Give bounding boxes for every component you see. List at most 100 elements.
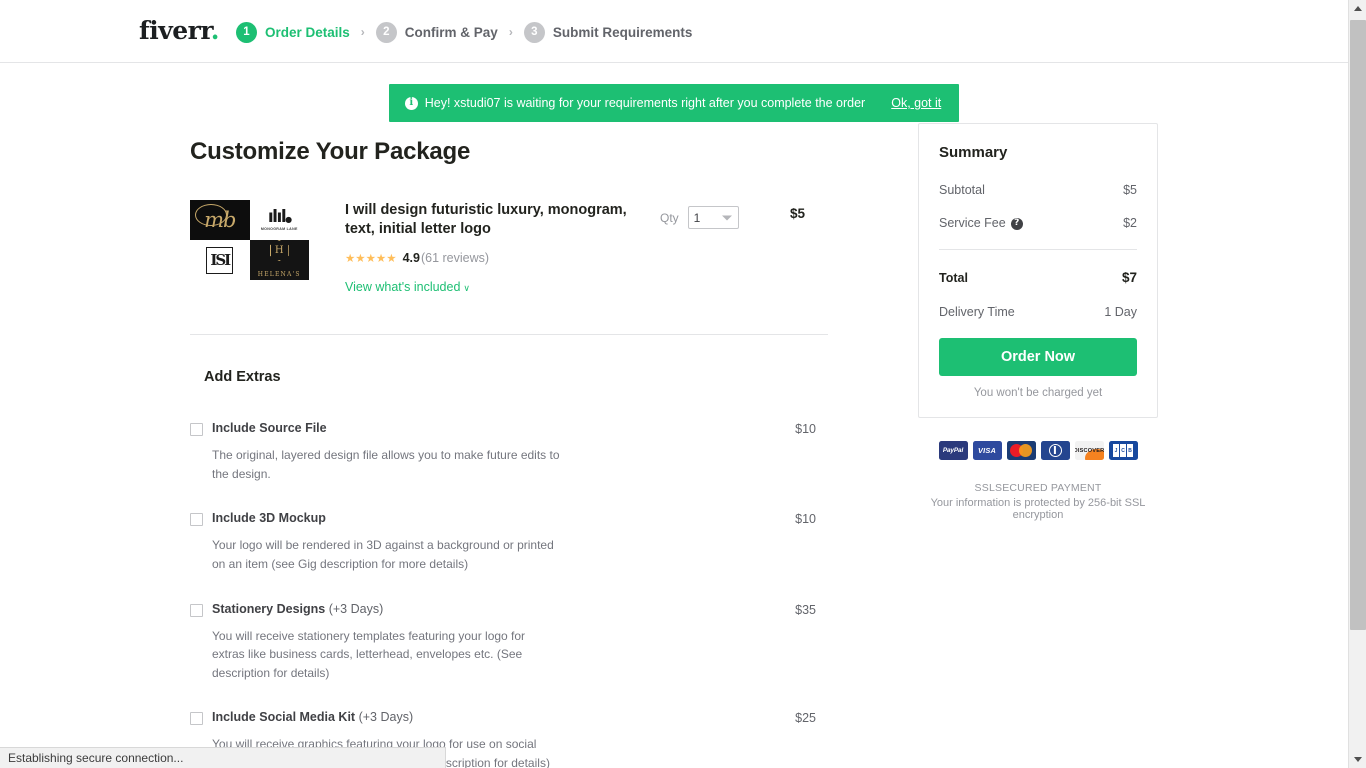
extra-item-stationery-designs: Stationery Designs (+3 Days) $35 You wil… [190, 602, 830, 683]
extras-list: Include Source File $10 The original, la… [190, 421, 830, 768]
thumb-mark-1: mb [194, 204, 236, 232]
service-fee-label-group: Service Fee? [939, 216, 1023, 230]
banner-message: Hey! xstudi07 is waiting for your requir… [424, 96, 866, 110]
ssl-title: SSLSECURED PAYMENT [974, 482, 1102, 494]
step-separator-2: › [508, 25, 513, 39]
subtotal-value: $5 [1123, 183, 1137, 197]
bee-icon: ılıl● [267, 206, 292, 227]
scroll-up-button[interactable] [1349, 0, 1366, 17]
rating-value: 4.9 [402, 251, 420, 266]
page-scrollbar[interactable] [1348, 0, 1366, 768]
step-confirm-pay[interactable]: 2 Confirm & Pay [375, 21, 498, 43]
quantity-select[interactable]: 1 [687, 206, 739, 229]
quantity-value: 1 [693, 210, 701, 225]
extra-checkbox-stationery-designs[interactable] [190, 603, 203, 617]
paypal-logo: PayPal [938, 441, 968, 460]
total-value: $7 [1121, 270, 1137, 285]
extra-item-3d-mockup: Include 3D Mockup $10 Your logo will be … [190, 511, 830, 573]
charge-note: You won't be charged yet [973, 387, 1103, 399]
summary-row-service-fee: Service Fee? $2 [939, 216, 1137, 230]
fiverr-logo[interactable]: fiverr. [139, 18, 219, 43]
hexagon-icon: H [269, 240, 289, 261]
order-now-button[interactable]: Order Now [939, 338, 1137, 376]
extra-name-source-file: Include Source File [212, 421, 327, 436]
step-order-details[interactable]: 1 Order Details [236, 21, 350, 43]
paypal-label: PayPal [942, 447, 964, 454]
extra-description-3d-mockup: Your logo will be rendered in 3D against… [212, 538, 554, 572]
view-whats-included-link[interactable]: View what's included ∨ [345, 280, 470, 294]
chevron-down-icon [1353, 757, 1362, 762]
ssl-info: SSLSECURED PAYMENT Your information is p… [918, 482, 1158, 521]
checkout-steps: 1 Order Details › 2 Confirm & Pay › 3 Su… [236, 20, 692, 44]
step-separator-1: › [360, 25, 365, 39]
extra-price-3d-mockup: $10 [795, 512, 816, 527]
logo-text: fiverr [139, 16, 211, 45]
summary-row-total: Total $7 [939, 270, 1137, 285]
banner-dismiss-link[interactable]: Ok, got it [891, 96, 941, 110]
gig-rating: ★★★★★ 4.9 (61 reviews) [345, 251, 635, 265]
service-fee-label: Service Fee [939, 216, 1006, 230]
scrollbar-thumb[interactable] [1350, 20, 1366, 630]
payment-methods: PayPal VISA DISCOVER JCB [918, 441, 1158, 460]
extra-checkbox-3d-mockup[interactable] [190, 513, 203, 527]
page-title: Customize Your Package [190, 138, 471, 165]
thumb-mark-3: ISI [206, 246, 234, 274]
chevron-down-icon: ∨ [463, 283, 471, 294]
extra-description-source-file: The original, layered design file allows… [212, 448, 560, 481]
view-whats-included-label: View what's included [345, 280, 461, 295]
summary-row-subtotal: Subtotal $5 [939, 183, 1137, 197]
extra-label: Include Social Media Kit [212, 710, 356, 725]
chevron-down-icon [721, 215, 732, 220]
extra-days: (+3 Days) [328, 601, 384, 616]
square-monogram-logo: ISI [190, 240, 250, 280]
visa-label: VISA [977, 446, 997, 455]
chevron-up-icon [1353, 6, 1362, 11]
summary-divider [939, 249, 1137, 250]
quantity-label: Qty [660, 210, 679, 225]
extra-checkbox-social-media-kit[interactable] [190, 712, 203, 726]
diners-ring-icon [1048, 444, 1062, 457]
step-1-number: 1 [236, 21, 257, 43]
main-column: Customize Your Package mb ılıl● MONOGRAM… [190, 138, 830, 768]
extra-label: Include Source File [212, 421, 327, 436]
notification-banner-wrapper: i Hey! xstudi07 is waiting for your requ… [0, 84, 1348, 122]
total-label: Total [939, 270, 968, 285]
service-fee-value: $2 [1123, 216, 1137, 230]
jcb-logo: JCB [1108, 441, 1138, 460]
monogram-mb-logo: mb [190, 200, 250, 240]
extra-checkbox-source-file[interactable] [190, 423, 203, 437]
extra-name-3d-mockup: Include 3D Mockup [212, 511, 326, 526]
thumb-caption-4: HELENA'S [257, 271, 301, 278]
jcb-bar-1: J [1113, 444, 1119, 457]
step-3-number: 3 [523, 21, 545, 43]
extra-days: (+3 Days) [358, 710, 414, 725]
step-1-label: Order Details [265, 24, 350, 40]
section-divider [190, 334, 828, 336]
help-icon[interactable]: ? [1010, 217, 1023, 230]
site-header: fiverr. 1 Order Details › 2 Confirm & Pa… [0, 0, 1348, 63]
step-submit-requirements[interactable]: 3 Submit Requirements [523, 21, 693, 43]
scroll-down-button[interactable] [1349, 751, 1366, 768]
order-summary-card: Summary Subtotal $5 Service Fee? $2 Tota… [918, 123, 1158, 418]
mastercard-circles-icon [1010, 444, 1032, 457]
step-3-label: Submit Requirements [552, 24, 693, 40]
gig-thumbnail[interactable]: mb ılıl● MONOGRAM LANE ISI H HELENA'S [190, 200, 309, 280]
jcb-bar-2: C [1120, 444, 1126, 457]
thumb-mark-4: H HELENA'S [258, 240, 301, 280]
subtotal-label: Subtotal [939, 183, 985, 197]
discover-label: DISCOVER [1074, 447, 1104, 454]
extra-item-source-file: Include Source File $10 The original, la… [190, 421, 830, 483]
summary-title: Summary [939, 144, 1008, 161]
step-2-label: Confirm & Pay [404, 24, 498, 40]
gig-title[interactable]: I will design futuristic luxury, monogra… [345, 201, 635, 239]
delivery-time-label: Delivery Time [939, 305, 1015, 319]
visa-logo: VISA [972, 441, 1002, 460]
summary-row-delivery: Delivery Time 1 Day [939, 305, 1137, 319]
add-extras-title: Add Extras [204, 369, 281, 386]
quantity-block: Qty 1 [660, 206, 739, 229]
browser-viewport: fiverr. 1 Order Details › 2 Confirm & Pa… [0, 0, 1348, 768]
delivery-time-value: 1 Day [1104, 305, 1137, 319]
mastercard-logo [1006, 441, 1036, 460]
thumb-caption-2: MONOGRAM LANE [260, 226, 298, 231]
extra-price-stationery-designs: $35 [795, 602, 816, 617]
